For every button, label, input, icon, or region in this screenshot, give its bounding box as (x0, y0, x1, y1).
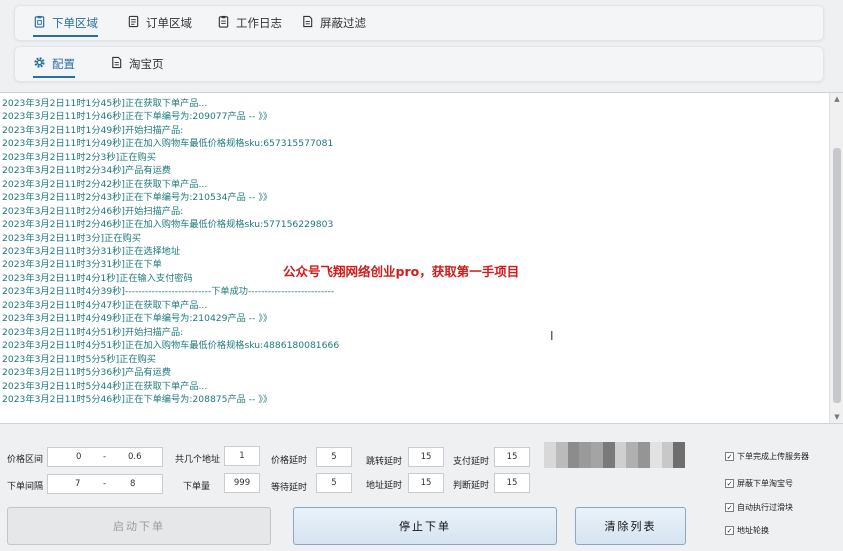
document-icon (110, 56, 123, 72)
address-rotation-checkbox[interactable]: ✓ 地址轮换 (725, 525, 769, 536)
sub-tab-bar: 配置 淘宝页 (14, 46, 824, 82)
log-line: 2023年3月2日11时2分42秒]正在获取下单产品... (2, 178, 208, 190)
jump-delay-input[interactable]: 15 (408, 447, 444, 467)
tab-orders[interactable]: 订单区域 (127, 6, 192, 40)
redacted-image (544, 442, 685, 468)
checkbox-label: 自动执行过滑块 (737, 503, 793, 512)
tab-label: 屏蔽过滤 (320, 16, 366, 30)
log-line: 2023年3月2日11时5分36秒]产品有运费 (2, 367, 171, 379)
price-delay-input[interactable]: 5 (316, 447, 352, 467)
checkbox-box[interactable]: ✓ (725, 479, 734, 488)
scroll-up-icon[interactable]: ▲ (830, 93, 843, 105)
log-line: 2023年3月2日11时3分]正在购买 (2, 232, 141, 244)
upload-server-checkbox[interactable]: ✓ 下单完成上传服务器 (725, 451, 809, 462)
price-max-input[interactable]: 0.6 (128, 452, 142, 462)
gear-icon (33, 56, 46, 72)
document-icon (301, 15, 314, 31)
auto-slider-checkbox[interactable]: ✓ 自动执行过滑块 (725, 502, 793, 513)
log-line: 2023年3月2日11时1分49秒]开始扫描产品: (2, 124, 184, 136)
stop-order-button[interactable]: 停止下单 (293, 507, 557, 545)
tab-label: 订单区域 (146, 16, 192, 30)
judge-delay-input[interactable]: 15 (494, 473, 530, 493)
checkbox-label: 下单完成上传服务器 (737, 452, 809, 461)
address-count-input[interactable]: 1 (224, 446, 260, 466)
clipboard-list-icon (217, 15, 230, 31)
tab-config[interactable]: 配置 (33, 47, 75, 81)
log-line: 2023年3月2日11时1分49秒]正在加入购物车最低价格规格sku:65731… (2, 138, 334, 150)
tab-taobao-page[interactable]: 淘宝页 (110, 47, 164, 81)
checkbox-box[interactable]: ✓ (725, 452, 734, 461)
log-line: 2023年3月2日11时4分39秒]----------------------… (2, 286, 335, 298)
price-delay-label: 价格延时 (271, 456, 308, 466)
document-icon (127, 15, 140, 31)
pay-delay-input[interactable]: 15 (494, 447, 530, 467)
address-delay-label: 地址延时 (366, 481, 403, 491)
wait-delay-input[interactable]: 5 (316, 473, 352, 493)
log-line: 2023年3月2日11时5分44秒]正在获取下单产品... (2, 380, 208, 392)
text-cursor-icon: I (550, 329, 554, 343)
log-lines: 2023年3月2日11时1分45秒]正在获取下单产品... 2023年3月2日11… (2, 97, 339, 406)
log-line: 2023年3月2日11时4分51秒]正在加入购物车最低价格规格sku:48861… (2, 340, 340, 352)
price-range-label: 价格区间 (7, 455, 44, 465)
top-tab-bar: 下单区域 订单区域 工作日志 屏蔽过滤 (14, 5, 824, 41)
interval-min-input[interactable]: 7 (75, 479, 80, 489)
log-line: 2023年3月2日11时4分47秒]正在获取下单产品... (2, 299, 208, 311)
log-line: 2023年3月2日11时1分46秒]正在下单编号为:209077产品 -- 》》 (2, 111, 273, 123)
order-qty-input[interactable]: 999 (224, 473, 260, 493)
checkbox-label: 地址轮换 (737, 526, 769, 535)
address-delay-input[interactable]: 15 (408, 473, 444, 493)
tab-label: 淘宝页 (129, 57, 164, 71)
log-line: 2023年3月2日11时4分51秒]开始扫描产品: (2, 326, 184, 338)
tab-label: 工作日志 (236, 16, 282, 30)
vertical-scrollbar[interactable]: ▲ ▼ (829, 93, 843, 423)
price-range-field: 0 - 0.6 (47, 447, 163, 467)
order-interval-label: 下单间隔 (7, 482, 44, 492)
range-separator: - (103, 479, 107, 489)
price-min-input[interactable]: 0 (76, 452, 81, 462)
scroll-down-icon[interactable]: ▼ (830, 411, 843, 423)
pay-delay-label: 支付延时 (453, 457, 490, 467)
tab-order-area[interactable]: 下单区域 (33, 6, 98, 40)
tab-label: 下单区域 (52, 16, 98, 30)
interval-max-input[interactable]: 8 (130, 479, 135, 489)
settings-panel: 价格区间 0 - 0.6 共几个地址 1 价格延时 5 跳转延时 15 支付延时… (0, 424, 843, 551)
log-line: 2023年3月2日11时1分45秒]正在获取下单产品... (2, 98, 208, 109)
log-line: 2023年3月2日11时2分34秒]产品有运费 (2, 165, 171, 177)
order-qty-label: 下单量 (183, 482, 211, 492)
watermark-text: 公众号飞翔网络创业pro，获取第一手项目 (283, 264, 520, 279)
address-count-label: 共几个地址 (175, 455, 221, 465)
clear-list-button[interactable]: 清除列表 (575, 507, 686, 545)
clipboard-icon (33, 15, 46, 31)
log-textarea[interactable]: 2023年3月2日11时1分45秒]正在获取下单产品... 2023年3月2日11… (0, 92, 843, 424)
tab-label: 配置 (52, 57, 75, 71)
log-line: 2023年3月2日11时5分5秒]正在购买 (2, 353, 156, 365)
tab-block-filter[interactable]: 屏蔽过滤 (301, 6, 366, 40)
log-line: 2023年3月2日11时2分46秒]开始扫描产品: (2, 205, 184, 217)
range-separator: - (103, 452, 107, 462)
log-line: 2023年3月2日11时2分3秒]正在购买 (2, 151, 156, 163)
log-line: 2023年3月2日11时3分31秒]正在选择地址 (2, 245, 181, 257)
log-line: 2023年3月2日11时2分46秒]正在加入购物车最低价格规格sku:57715… (2, 219, 334, 231)
checkbox-box[interactable]: ✓ (725, 526, 734, 535)
start-order-button[interactable]: 启动下单 (7, 507, 271, 545)
scroll-thumb[interactable] (833, 148, 841, 403)
jump-delay-label: 跳转延时 (366, 457, 403, 467)
block-taobao-account-checkbox[interactable]: ✓ 屏蔽下单淘宝号 (725, 478, 793, 489)
log-line: 2023年3月2日11时4分49秒]正在下单编号为:210429产品 -- 》》 (2, 313, 273, 325)
log-line: 2023年3月2日11时2分43秒]正在下单编号为:210534产品 -- 》》 (2, 192, 273, 204)
judge-delay-label: 判断延时 (453, 481, 490, 491)
checkbox-label: 屏蔽下单淘宝号 (737, 479, 793, 488)
log-line: 2023年3月2日11时5分46秒]正在下单编号为:208875产品 -- 》》 (2, 393, 273, 405)
tab-work-log[interactable]: 工作日志 (217, 6, 282, 40)
checkbox-box[interactable]: ✓ (725, 503, 734, 512)
order-interval-field: 7 - 8 (47, 474, 163, 494)
wait-delay-label: 等待延时 (271, 483, 308, 493)
